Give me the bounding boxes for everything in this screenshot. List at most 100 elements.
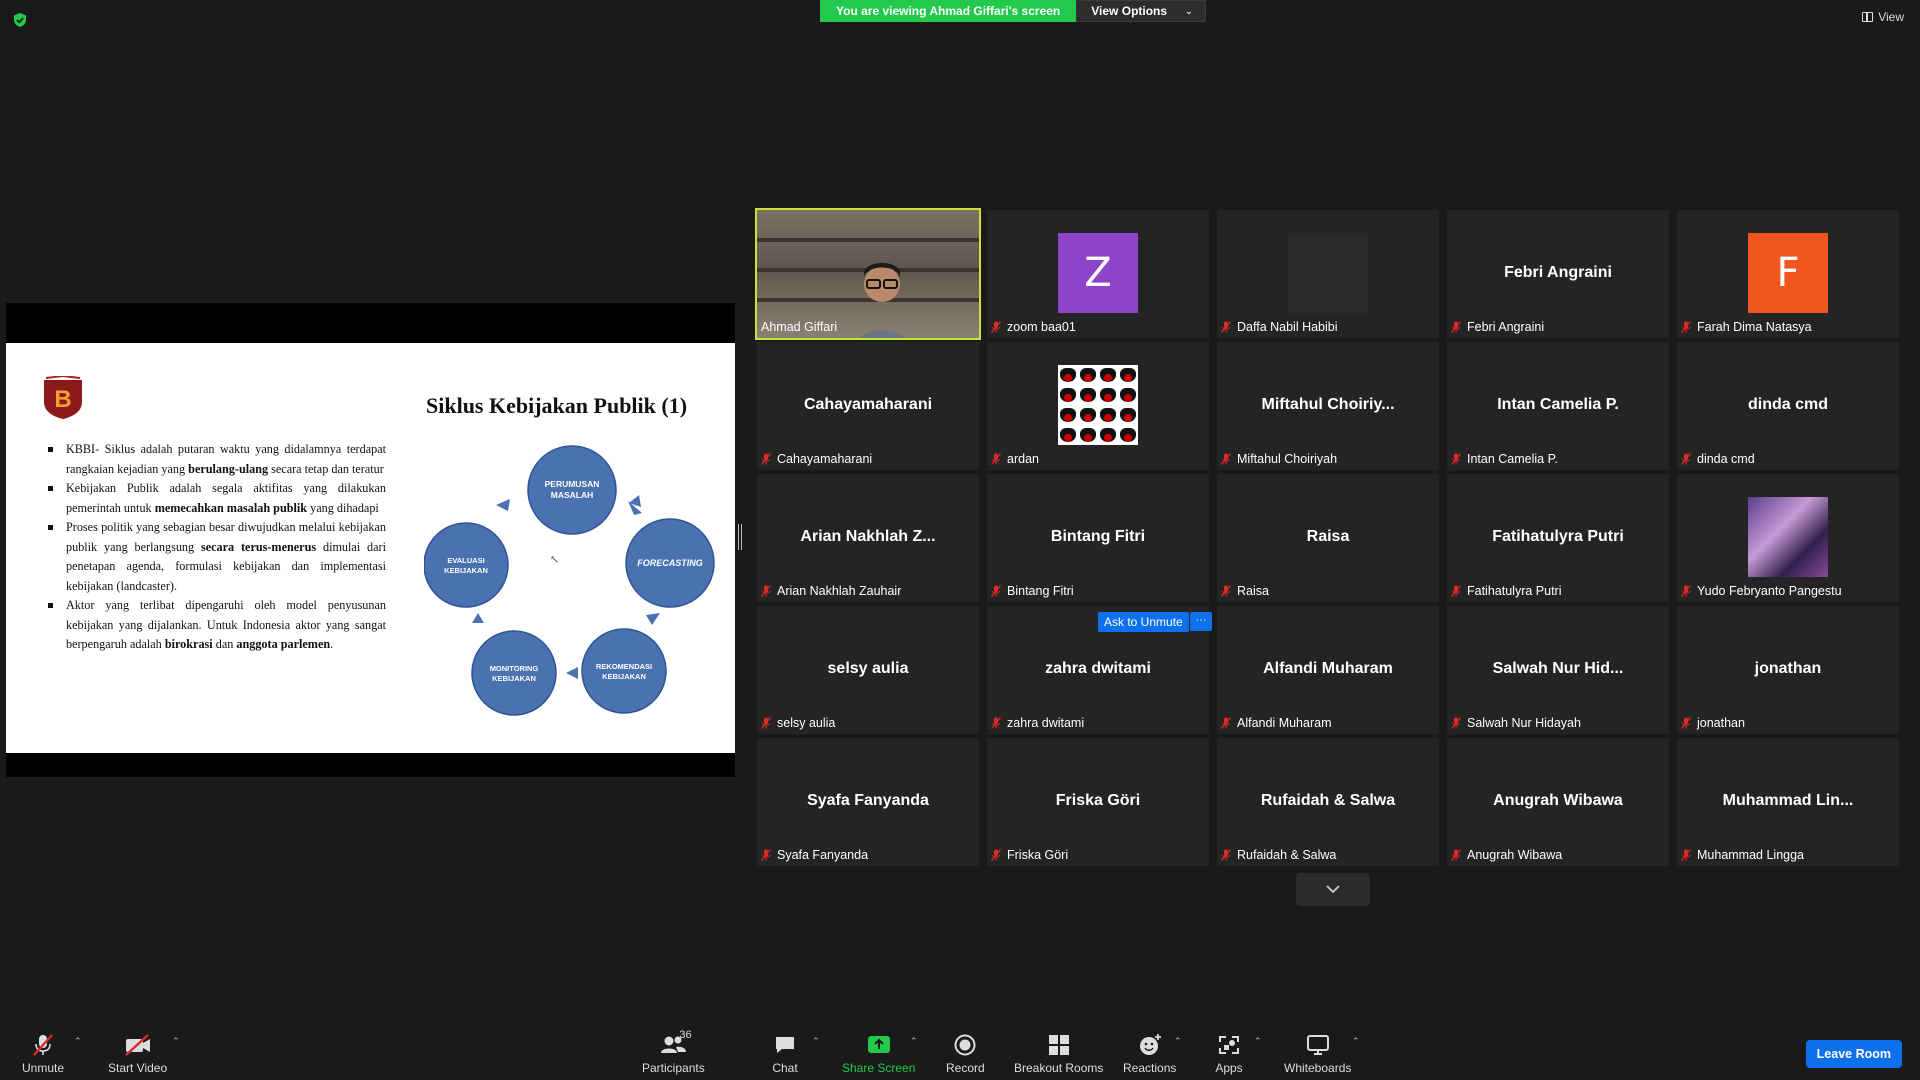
participant-display-name: Anugrah Wibawa [1493,792,1623,809]
microphone-muted-icon [1451,453,1461,465]
svg-text:B: B [54,386,71,413]
security-shield-icon[interactable] [12,12,28,28]
audio-options-caret-icon[interactable]: ⌃ [74,1036,82,1047]
microphone-muted-icon [1221,321,1231,333]
participant-tile[interactable]: Syafa Fanyanda Syafa Fanyanda [757,738,979,866]
participant-tile[interactable]: jonathan jonathan [1677,606,1899,734]
participant-name-label: Salwah Nur Hidayah [1451,716,1581,730]
participant-name: ardan [1007,452,1039,466]
participant-tile[interactable]: F Farah Dima Natasya [1677,210,1899,338]
microphone-muted-icon [761,849,771,861]
breakout-rooms-button[interactable]: Breakout Rooms [1014,1033,1103,1075]
participant-tile[interactable]: Fatihatulyra Putri Fatihatulyra Putri [1447,474,1669,602]
apps-caret-icon[interactable]: ⌃ [1254,1036,1262,1047]
slide-bullet: Proses politik yang sebagian besar diwuj… [44,518,386,596]
microphone-muted-icon [1681,321,1691,333]
participant-tile[interactable]: Alfandi Muharam Alfandi Muharam [1217,606,1439,734]
shared-screen[interactable]: B Siklus Kebijakan Publik (1) KBBI- Sikl… [6,303,735,777]
participant-name: Febri Angraini [1467,320,1545,334]
share-screen-button[interactable]: Share Screen [842,1033,915,1075]
participant-name: selsy aulia [777,716,836,730]
participant-name-label: Miftahul Choiriyah [1221,452,1337,466]
share-options-caret-icon[interactable]: ⌃ [910,1036,918,1047]
participant-display-name: Miftahul Choiriy... [1261,396,1395,413]
participant-display-name: Salwah Nur Hid... [1492,660,1624,677]
participants-button[interactable]: 36 Participants [642,1029,705,1075]
participant-name-label: Rufaidah & Salwa [1221,848,1336,862]
view-button[interactable]: View [1862,10,1904,24]
participant-display-name: jonathan [1754,660,1822,677]
reactions-caret-icon[interactable]: ⌃ [1174,1036,1182,1047]
participant-tile[interactable]: Daffa Nabil Habibi [1217,210,1439,338]
microphone-muted-icon [1451,321,1461,333]
ask-to-unmute-button[interactable]: Ask to Unmute [1098,612,1189,632]
participant-tile[interactable]: Ahmad Giffari [755,208,981,340]
video-options-caret-icon[interactable]: ⌃ [172,1036,180,1047]
participant-name-label: Muhammad Lingga [1681,848,1804,862]
participant-name: Cahayamaharani [777,452,873,466]
cycle-label: REKOMENDASI [596,662,652,671]
microphone-muted-icon [991,585,1001,597]
participant-display-name: Raisa [1306,528,1350,545]
leave-room-button[interactable]: Leave Room [1805,1040,1902,1068]
apps-icon [1219,1036,1239,1054]
participant-tile[interactable]: Arian Nakhlah Z... Arian Nakhlah Zauhair [757,474,979,602]
svg-text:EVALUASIKEBIJAKAN: EVALUASI KEBIJAKAN [444,556,488,575]
participant-display-name: dinda cmd [1747,396,1828,413]
whiteboards-caret-icon[interactable]: ⌃ [1352,1036,1360,1047]
chat-label: Chat [772,1061,798,1075]
reactions-button[interactable]: Reactions [1123,1033,1176,1075]
cycle-label: PERUMUSAN [545,479,600,489]
participant-name: Rufaidah & Salwa [1237,848,1337,862]
participant-tile[interactable]: Febri Angraini Febri Angraini [1447,210,1669,338]
participant-name: Salwah Nur Hidayah [1467,716,1581,730]
whiteboards-button[interactable]: Whiteboards [1284,1033,1351,1075]
participant-display-name: Arian Nakhlah Z... [800,528,936,545]
participant-tile[interactable]: Bintang Fitri Bintang Fitri [987,474,1209,602]
participant-display-name: zahra dwitami [1045,660,1151,677]
participant-name: Ahmad Giffari [761,320,838,334]
cycle-arrow-icon [566,667,578,679]
participant-tile[interactable]: Cahayamaharani Cahayamaharani [757,342,979,470]
participant-tile[interactable]: Intan Camelia P. Intan Camelia P. [1447,342,1669,470]
participant-name: dinda cmd [1697,452,1755,466]
participant-tile[interactable]: Friska Göri Friska Göri [987,738,1209,866]
participant-tile[interactable]: Anugrah Wibawa Anugrah Wibawa [1447,738,1669,866]
chevron-down-icon: ⌄ [1185,6,1193,16]
participant-display-name: Cahayamaharani [803,396,933,413]
participant-tile[interactable]: Yudo Febryanto Pangestu [1677,474,1899,602]
participant-tile[interactable]: dinda cmd dinda cmd [1677,342,1899,470]
video-camera-off-icon [124,1034,150,1056]
participant-display-name: Bintang Fitri [1050,528,1146,545]
participant-tile[interactable]: ardan [987,342,1209,470]
split-view-handle[interactable] [738,524,742,550]
more-options-button[interactable]: ··· [1190,612,1212,631]
participant-tile[interactable]: Zzoom baa01 [987,210,1209,338]
reactions-label: Reactions [1123,1061,1177,1075]
chat-options-caret-icon[interactable]: ⌃ [812,1036,820,1047]
cycle-label: KEBIJAKAN [602,672,646,681]
participant-name: Syafa Fanyanda [777,848,869,862]
participant-tile[interactable]: Rufaidah & Salwa Rufaidah & Salwa [1217,738,1439,866]
gallery-next-page-button[interactable] [1296,873,1370,906]
participant-tile[interactable]: Muhammad Lin... Muhammad Lingga [1677,738,1899,866]
participant-tile[interactable]: Raisa Raisa [1217,474,1439,602]
microphone-muted-icon [761,585,771,597]
chat-button[interactable]: Chat [770,1033,800,1075]
view-options-button[interactable]: View Options ⌄ [1076,0,1206,22]
participant-name-label: Yudo Febryanto Pangestu [1681,584,1842,598]
unmute-label: Unmute [22,1061,65,1075]
participant-name: Raisa [1237,584,1269,598]
participant-profile-image [1748,497,1828,577]
microphone-muted-icon [991,453,1001,465]
unmute-button[interactable]: Unmute [22,1033,64,1075]
participant-tile[interactable]: Salwah Nur Hid... Salwah Nur Hidayah [1447,606,1669,734]
participant-display-name: selsy aulia [827,660,909,677]
apps-button[interactable]: Apps [1214,1033,1244,1075]
participant-name: Intan Camelia P. [1467,452,1558,466]
start-video-button[interactable]: Start Video [108,1033,167,1075]
record-button[interactable]: Record [946,1033,985,1075]
whiteboards-label: Whiteboards [1284,1061,1352,1075]
participant-tile[interactable]: Miftahul Choiriy... Miftahul Choiriyah [1217,342,1439,470]
participant-tile[interactable]: selsy aulia selsy aulia [757,606,979,734]
